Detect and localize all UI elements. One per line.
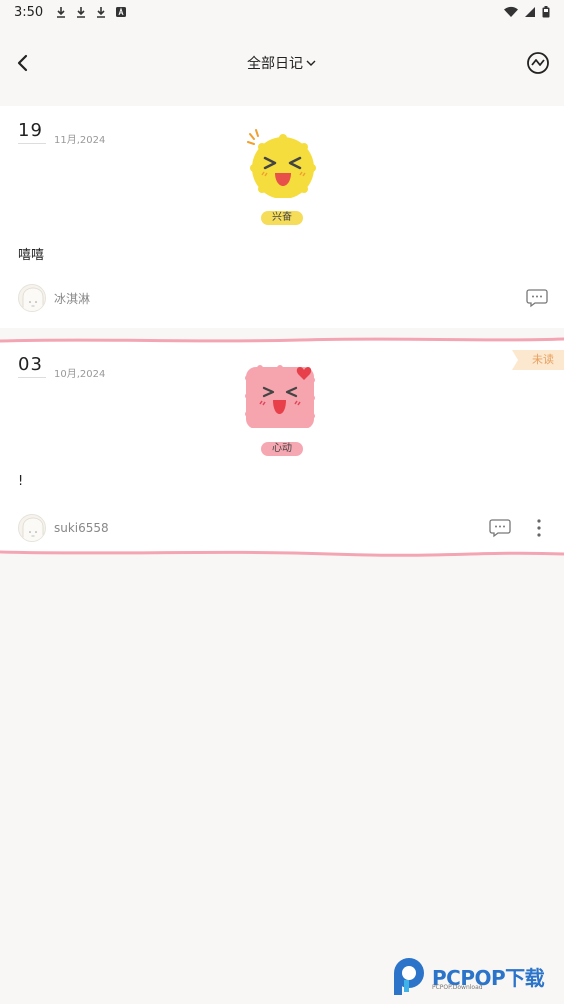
signal-icon [525, 7, 535, 17]
avatar[interactable] [18, 514, 46, 542]
diary-filter-dropdown[interactable]: 全部日记 [247, 53, 317, 73]
download-icon [97, 7, 106, 18]
page-title: 全部日记 [247, 56, 303, 72]
excited-mood-face-icon [247, 129, 316, 198]
notification-icons [55, 6, 127, 18]
comment-icon[interactable] [526, 288, 548, 308]
entry-text: 嘻嘻 [18, 248, 45, 263]
more-options-icon[interactable] [535, 518, 543, 538]
entry-month-year: 11月,2024 [54, 135, 106, 146]
statistics-icon[interactable] [526, 51, 550, 75]
download-icon [77, 7, 86, 18]
status-time: 3:50 [14, 4, 44, 20]
pcpop-logo-icon [394, 958, 424, 995]
comment-icon[interactable] [489, 518, 511, 538]
top-app-bar: 全部日记 [0, 40, 564, 86]
author-row[interactable]: suki6558 [18, 514, 109, 542]
back-arrow-icon[interactable] [12, 52, 34, 74]
diary-entry-card[interactable]: 03 10月,2024 未读 心动 ! suki6558 [0, 340, 564, 554]
entry-month-year: 10月,2024 [54, 369, 106, 380]
entry-text: ! [18, 474, 24, 489]
author-name: suki6558 [54, 521, 109, 535]
mood-label: 心动 [261, 442, 303, 456]
diary-entry-card[interactable]: 19 11月,2024 兴奋 嘻嘻 冰淇淋 [0, 106, 564, 328]
entry-day: 03 [18, 354, 46, 378]
default-avatar-icon [19, 285, 45, 311]
unread-badge: 未读 [512, 350, 564, 370]
author-name: 冰淇淋 [54, 291, 91, 306]
author-row[interactable]: 冰淇淋 [18, 284, 90, 312]
entry-day: 19 [18, 120, 46, 144]
watermark: PCPOP下载 PCPOP.Download [390, 954, 564, 998]
battery-icon [542, 6, 550, 18]
mood-label: 兴奋 [261, 211, 303, 225]
unread-label: 未读 [532, 353, 554, 366]
chevron-down-icon [306, 60, 316, 66]
default-avatar-icon [19, 515, 45, 541]
watermark-sub: PCPOP.Download [432, 984, 483, 991]
status-bar: 3:50 [0, 0, 564, 24]
avatar[interactable] [18, 284, 46, 312]
wifi-icon [504, 6, 518, 17]
app-notification-icon [116, 7, 127, 17]
system-icons [504, 6, 550, 18]
download-icon [57, 7, 66, 18]
heart-flutter-mood-face-icon [245, 365, 315, 428]
